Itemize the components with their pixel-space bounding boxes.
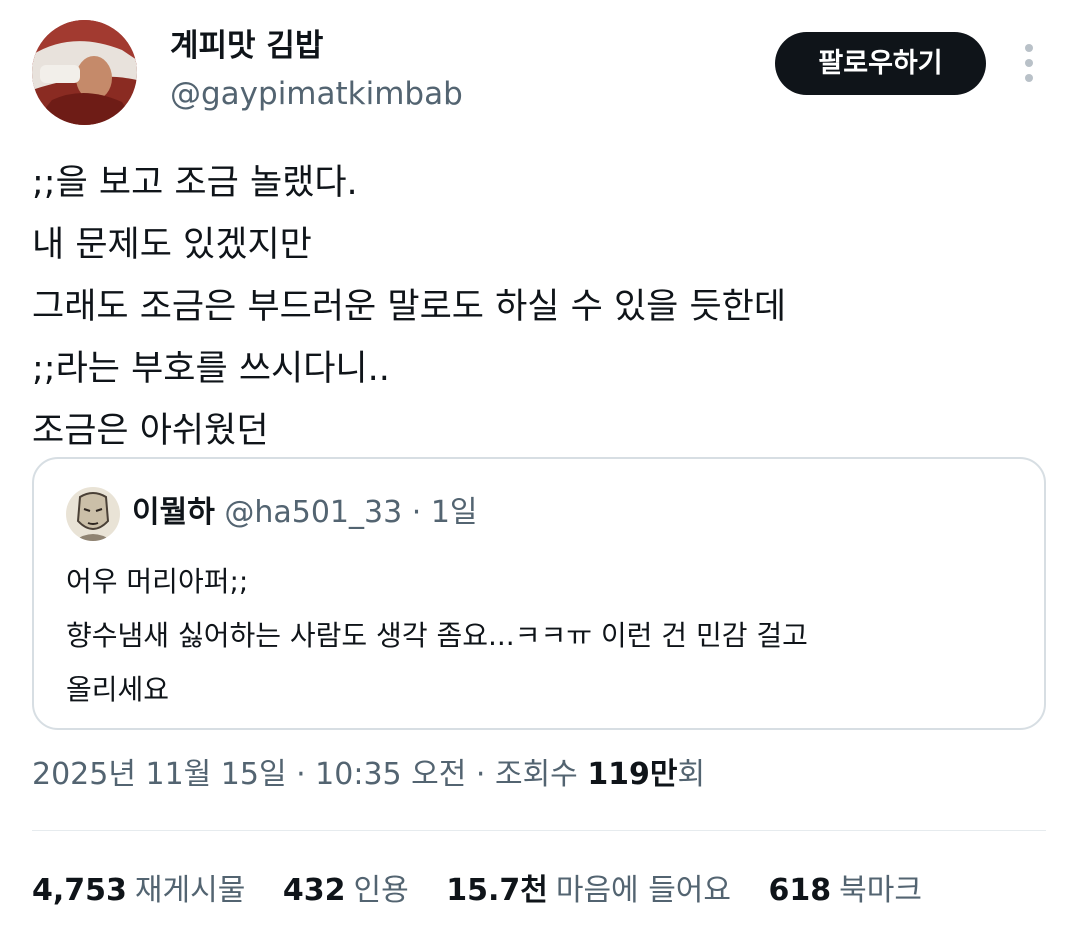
quote-author-avatar xyxy=(66,487,120,541)
tweet-line: ;;을 보고 조금 놀랬다. xyxy=(32,163,358,203)
bookmarks-count: 618 xyxy=(768,873,832,908)
quotes-label: 인용 xyxy=(353,873,409,908)
likes-stat[interactable]: 15.7천 마음에 들어요 xyxy=(446,873,731,908)
tweet-text: ;;을 보고 조금 놀랬다. 내 문제도 있겠지만 그래도 조금은 부드러운 말… xyxy=(32,152,1042,462)
quote-line: 올리세요 xyxy=(66,673,170,706)
tweet-line: 그래도 조금은 부드러운 말로도 하실 수 있을 듯한데 xyxy=(32,287,787,327)
quote-line: 향수냄새 싫어하는 사람도 생각 좀요...ㅋㅋㅠ 이런 건 민감 걸고 xyxy=(66,619,808,652)
follow-button[interactable]: 팔로우하기 xyxy=(775,32,986,95)
bookmarks-label: 북마크 xyxy=(839,873,922,908)
author-name[interactable]: 계피맛 김밥 xyxy=(170,24,323,68)
divider xyxy=(32,830,1046,831)
quote-time[interactable]: 1일 xyxy=(431,495,478,530)
likes-label: 마음에 들어요 xyxy=(555,873,731,908)
quote-author-name[interactable]: 이뭘하 xyxy=(132,495,215,530)
tweet-timestamp[interactable]: 2025년 11월 15일 · 10:35 오전 · 조회수 xyxy=(32,757,587,792)
quote-avatar-image xyxy=(66,487,120,541)
quotes-count: 432 xyxy=(282,873,346,908)
views-suffix: 회 xyxy=(677,757,706,792)
quote-author-handle[interactable]: @ha501_33 xyxy=(224,495,402,530)
engagement-stats: 4,753 재게시물 432 인용 15.7천 마음에 들어요 618 북마크 xyxy=(32,866,950,916)
quoted-tweet[interactable]: 이뭘하 @ha501_33 · 1일 어우 머리아퍼;; 향수냄새 싫어하는 사… xyxy=(32,457,1046,730)
bookmarks-stat[interactable]: 618 북마크 xyxy=(769,873,922,908)
tweet-line: ;;라는 부호를 쓰시다니.. xyxy=(32,349,390,389)
tweet-meta: 2025년 11월 15일 · 10:35 오전 · 조회수 119만회 xyxy=(32,752,705,798)
quote-separator: · xyxy=(411,495,422,530)
quote-text: 어우 머리아퍼;; 향수냄새 싫어하는 사람도 생각 좀요...ㅋㅋㅠ 이런 건… xyxy=(66,555,808,717)
more-vertical-icon[interactable] xyxy=(1014,40,1044,86)
quote-line: 어우 머리아퍼;; xyxy=(66,565,249,598)
tweet-line: 조금은 아쉬웠던 xyxy=(32,411,269,451)
quote-header: 이뭘하 @ha501_33 · 1일 xyxy=(132,489,478,537)
quotes-stat[interactable]: 432 인용 xyxy=(283,873,409,908)
likes-count: 15.7천 xyxy=(446,873,548,908)
avatar-image xyxy=(32,20,137,125)
author-handle[interactable]: @gaypimatkimbab xyxy=(170,72,463,116)
views-count: 119만 xyxy=(587,757,678,792)
author-avatar[interactable] xyxy=(32,20,137,125)
retweets-stat[interactable]: 4,753 재게시물 xyxy=(32,873,245,908)
retweets-count: 4,753 xyxy=(32,873,127,908)
tweet-line: 내 문제도 있겠지만 xyxy=(32,225,312,265)
retweets-label: 재게시물 xyxy=(134,873,246,908)
